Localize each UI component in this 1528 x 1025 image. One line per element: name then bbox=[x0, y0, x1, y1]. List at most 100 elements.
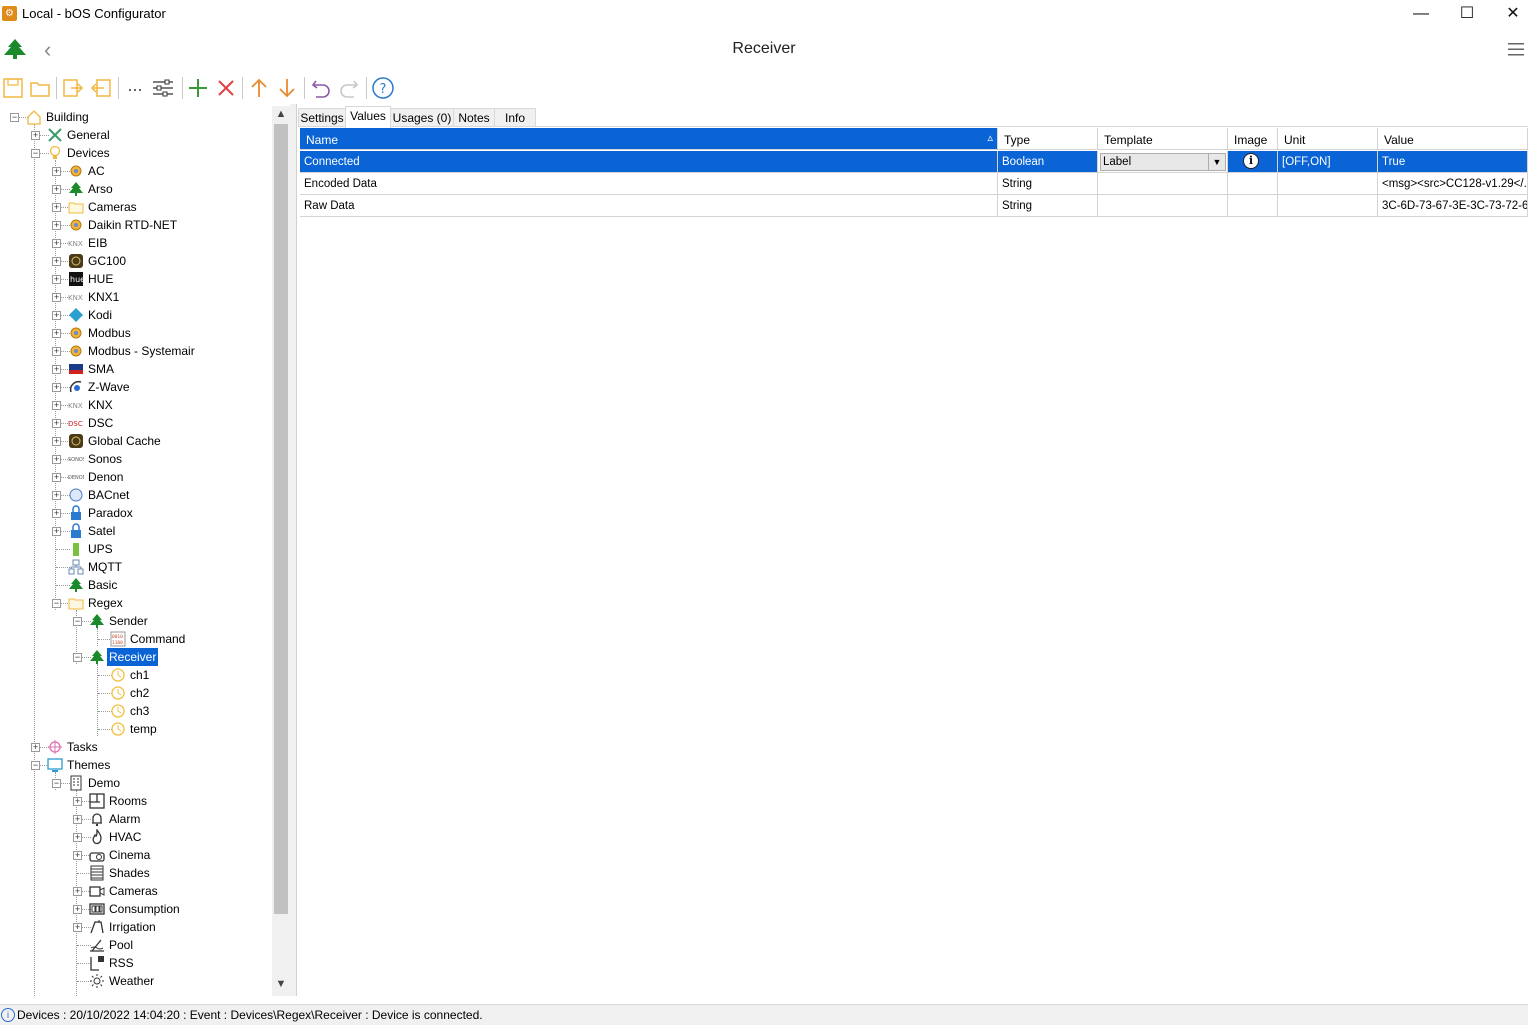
move-up-icon[interactable] bbox=[246, 73, 272, 103]
collapse-icon[interactable]: − bbox=[73, 653, 82, 662]
tree-item[interactable]: + Cinema bbox=[0, 846, 272, 864]
tree-item[interactable]: + KNX KNX1 bbox=[0, 288, 272, 306]
tree-item[interactable]: + Z-Wave bbox=[0, 378, 272, 396]
tree-item[interactable]: UPS bbox=[0, 540, 272, 558]
expand-icon[interactable]: + bbox=[52, 401, 61, 410]
expand-icon[interactable]: + bbox=[73, 797, 82, 806]
cell-image[interactable] bbox=[1228, 195, 1278, 217]
redo-icon[interactable] bbox=[336, 73, 362, 103]
filter-settings-icon[interactable] bbox=[150, 73, 176, 103]
tree-item[interactable]: + AC bbox=[0, 162, 272, 180]
tree-item[interactable]: + Tasks bbox=[0, 738, 272, 756]
tree-item[interactable]: + Irrigation bbox=[0, 918, 272, 936]
expand-icon[interactable]: + bbox=[73, 887, 82, 896]
expand-icon[interactable]: + bbox=[73, 851, 82, 860]
cell-template[interactable] bbox=[1098, 195, 1228, 217]
collapse-icon[interactable]: − bbox=[31, 149, 40, 158]
tree-item[interactable]: 0010 1100 Command bbox=[0, 630, 272, 648]
cell-image[interactable]: i bbox=[1228, 151, 1278, 173]
expand-icon[interactable]: + bbox=[73, 905, 82, 914]
expand-icon[interactable]: + bbox=[52, 419, 61, 428]
cell-value[interactable]: 3C-6D-73-67-3E-3C-73-72-6... bbox=[1378, 195, 1528, 217]
column-header-type[interactable]: Type bbox=[998, 128, 1098, 150]
hamburger-menu-icon[interactable] bbox=[1507, 40, 1525, 61]
device-tree[interactable]: − Building + General − Devices + AC + Arso + Camera… bbox=[0, 106, 272, 996]
tree-scrollbar-thumb[interactable] bbox=[274, 124, 288, 914]
expand-icon[interactable]: + bbox=[52, 491, 61, 500]
open-folder-icon[interactable] bbox=[27, 73, 53, 103]
expand-icon[interactable]: + bbox=[31, 743, 40, 752]
cell-type[interactable]: String bbox=[998, 195, 1098, 217]
expand-icon[interactable]: + bbox=[52, 221, 61, 230]
tree-item[interactable]: + SMA bbox=[0, 360, 272, 378]
cell-value[interactable]: <msg><src>CC128-v1.29</... bbox=[1378, 173, 1528, 195]
tree-item[interactable]: Basic bbox=[0, 576, 272, 594]
cell-name[interactable]: Raw Data bbox=[300, 195, 998, 217]
table-row[interactable]: Raw Data String 3C-6D-73-67-3E-3C-73-72-… bbox=[298, 195, 1528, 217]
column-header-image[interactable]: Image bbox=[1228, 128, 1278, 150]
expand-icon[interactable]: + bbox=[73, 833, 82, 842]
tree-item[interactable]: − Devices bbox=[0, 144, 272, 162]
tree-item[interactable]: + Modbus - Systemair bbox=[0, 342, 272, 360]
tree-item[interactable]: + DENON Denon bbox=[0, 468, 272, 486]
maximize-button[interactable]: ☐ bbox=[1444, 0, 1490, 28]
tree-item[interactable]: + SONOS Sonos bbox=[0, 450, 272, 468]
tree-item[interactable]: + Rooms bbox=[0, 792, 272, 810]
tree-item[interactable]: Pool bbox=[0, 936, 272, 954]
undo-icon[interactable] bbox=[308, 73, 334, 103]
tree-item[interactable]: + Kodi bbox=[0, 306, 272, 324]
tree-item[interactable]: + GC100 bbox=[0, 252, 272, 270]
tree-item[interactable]: + Daikin RTD-NET bbox=[0, 216, 272, 234]
tree-item[interactable]: + General bbox=[0, 126, 272, 144]
expand-icon[interactable]: + bbox=[52, 275, 61, 284]
expand-icon[interactable]: + bbox=[52, 347, 61, 356]
expand-icon[interactable]: + bbox=[52, 311, 61, 320]
cell-type[interactable]: Boolean bbox=[998, 151, 1098, 173]
column-header-name[interactable]: Name ▵ bbox=[300, 128, 998, 150]
expand-icon[interactable]: + bbox=[73, 923, 82, 932]
tree-item[interactable]: temp bbox=[0, 720, 272, 738]
tree-item[interactable]: ch3 bbox=[0, 702, 272, 720]
expand-icon[interactable]: + bbox=[52, 509, 61, 518]
tree-item[interactable]: + Satel bbox=[0, 522, 272, 540]
minimize-button[interactable]: — bbox=[1398, 0, 1444, 28]
scroll-down-arrow-icon[interactable]: ▼ bbox=[272, 978, 290, 990]
tree-item[interactable]: Shades bbox=[0, 864, 272, 882]
tree-item[interactable]: + BACnet bbox=[0, 486, 272, 504]
tab-values[interactable]: Values bbox=[345, 106, 391, 128]
cell-unit[interactable] bbox=[1278, 173, 1378, 195]
tree-item[interactable]: + Cameras bbox=[0, 882, 272, 900]
close-button[interactable]: ✕ bbox=[1490, 0, 1528, 28]
cell-type[interactable]: String bbox=[998, 173, 1098, 195]
expand-icon[interactable]: + bbox=[52, 455, 61, 464]
cell-template[interactable]: Label ▼ bbox=[1098, 151, 1228, 173]
save-icon[interactable] bbox=[0, 73, 26, 103]
expand-icon[interactable]: + bbox=[31, 131, 40, 140]
scroll-up-arrow-icon[interactable]: ▲ bbox=[272, 108, 290, 120]
expand-icon[interactable]: + bbox=[52, 329, 61, 338]
tree-item[interactable]: Weather bbox=[0, 972, 272, 990]
cell-template[interactable] bbox=[1098, 173, 1228, 195]
help-icon[interactable]: ? bbox=[370, 73, 396, 103]
column-header-unit[interactable]: Unit bbox=[1278, 128, 1378, 150]
tree-item[interactable]: − Building bbox=[0, 108, 272, 126]
tree-item[interactable]: + Global Cache bbox=[0, 432, 272, 450]
tree-item[interactable]: ch1 bbox=[0, 666, 272, 684]
cell-name[interactable]: Encoded Data bbox=[300, 173, 998, 195]
expand-icon[interactable]: + bbox=[52, 167, 61, 176]
import-icon[interactable] bbox=[88, 73, 114, 103]
collapse-icon[interactable]: − bbox=[73, 617, 82, 626]
expand-icon[interactable]: + bbox=[52, 257, 61, 266]
more-options-icon[interactable] bbox=[122, 73, 148, 103]
cell-image[interactable] bbox=[1228, 173, 1278, 195]
tree-item[interactable]: RSS bbox=[0, 954, 272, 972]
tree-item[interactable]: + KNX KNX bbox=[0, 396, 272, 414]
cell-value[interactable]: True bbox=[1378, 151, 1528, 173]
tree-item[interactable]: − Demo bbox=[0, 774, 272, 792]
tree-item[interactable]: + Arso bbox=[0, 180, 272, 198]
chevron-down-icon[interactable]: ▼ bbox=[1208, 154, 1225, 170]
expand-icon[interactable]: + bbox=[52, 437, 61, 446]
expand-icon[interactable]: + bbox=[52, 527, 61, 536]
column-header-value[interactable]: Value bbox=[1378, 128, 1528, 150]
collapse-icon[interactable]: − bbox=[52, 599, 61, 608]
